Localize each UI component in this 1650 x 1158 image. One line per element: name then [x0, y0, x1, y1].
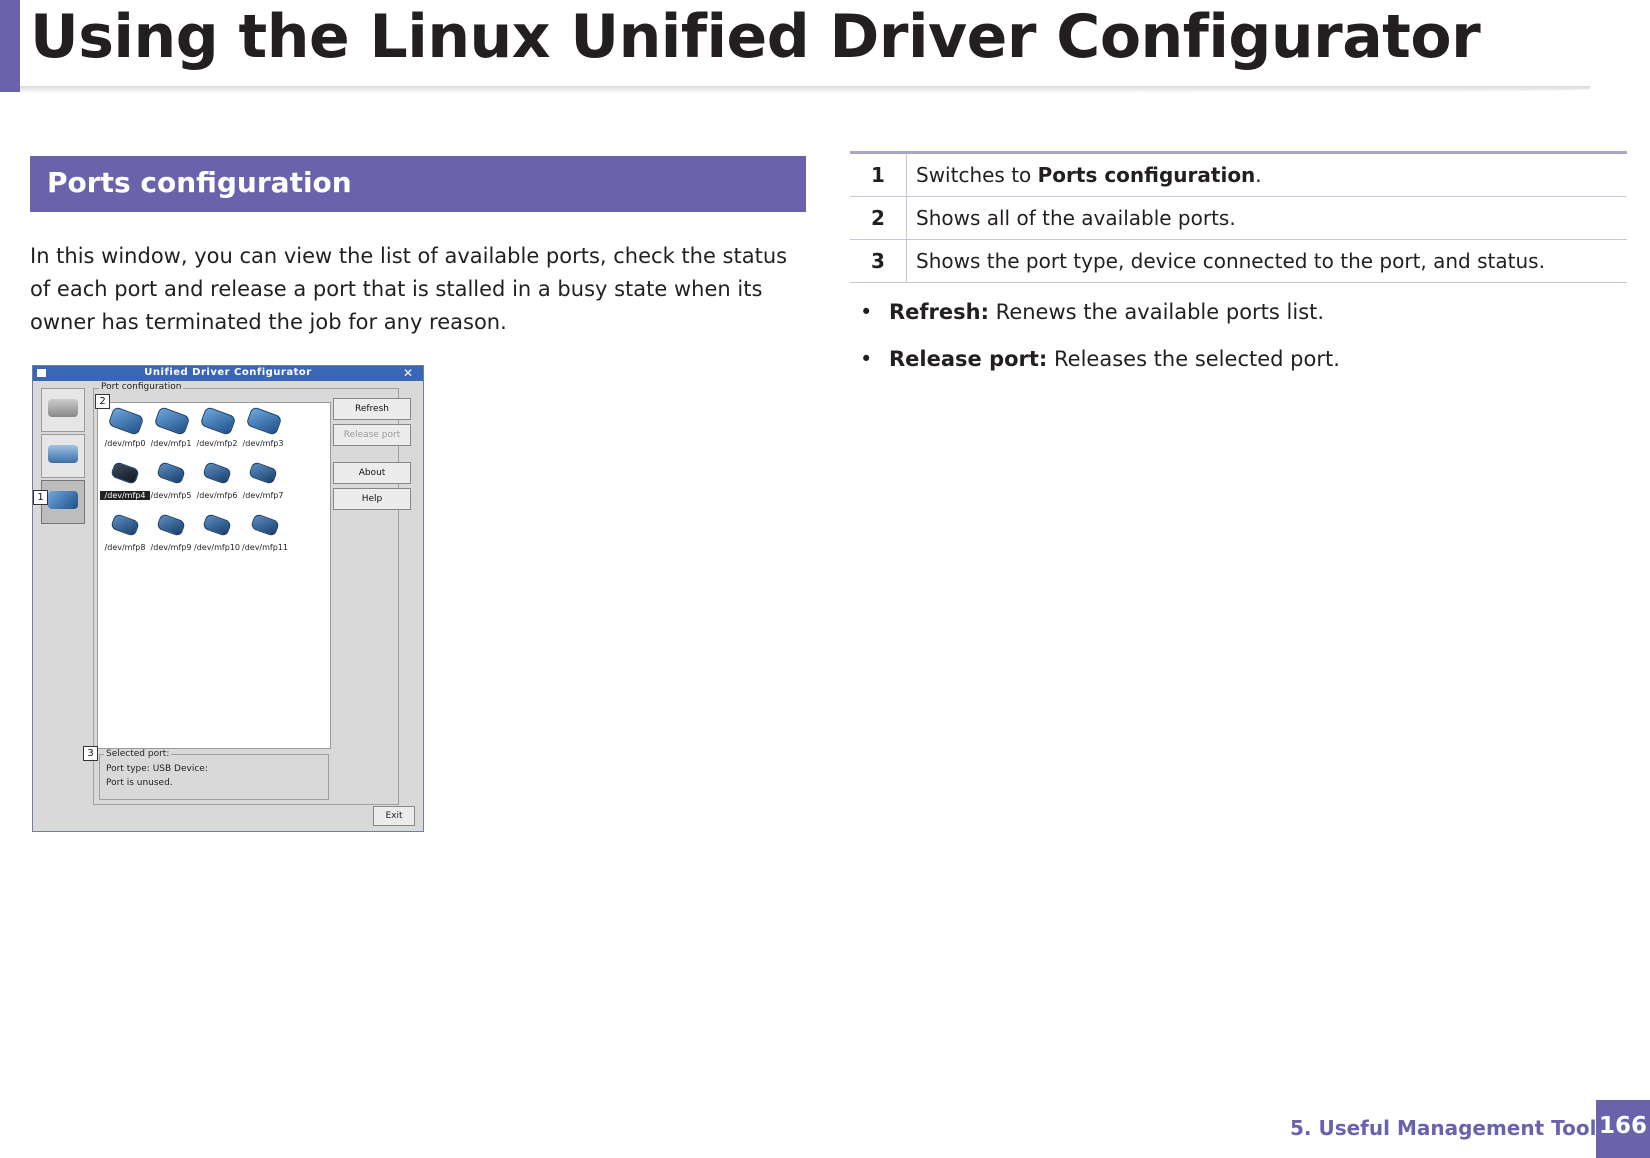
table-row: 2 Shows all of the available ports.	[850, 196, 1627, 240]
port-config-label: Port configuration	[99, 382, 184, 392]
close-icon: ✕	[402, 366, 413, 380]
printers-config-icon	[41, 388, 85, 432]
callout-table: 1 Switches to Ports configuration. 2 Sho…	[850, 151, 1627, 283]
table-row: 3 Shows the port type, device connected …	[850, 239, 1627, 283]
port-type-line: Port type: USB Device:	[106, 764, 208, 774]
header-accent-bar	[0, 0, 20, 92]
footer-chapter: 5. Useful Management Tools	[1290, 1116, 1609, 1140]
port-item: /dev/mfp1	[146, 406, 196, 457]
row-text: Shows all of the available ports.	[906, 196, 1627, 240]
row-number: 1	[850, 152, 907, 197]
bullet-glyph: •	[860, 347, 873, 371]
selected-port-group: Selected port: Port type: USB Device: Po…	[99, 749, 329, 800]
selected-port-label: Selected port:	[104, 749, 172, 759]
bullet-term: Release port:	[889, 347, 1048, 371]
section-heading: Ports configuration	[47, 166, 352, 199]
bullet-term: Refresh:	[889, 300, 989, 324]
port-item: /dev/mfp9	[146, 511, 196, 561]
header-rule	[20, 86, 1590, 94]
page-number: 166	[1596, 1100, 1650, 1158]
port-item: /dev/mfp2	[192, 406, 242, 457]
port-item: /dev/mfp3	[238, 406, 288, 457]
row-text: Shows the port type, device connected to…	[906, 239, 1627, 283]
scanners-config-icon	[41, 434, 85, 478]
window-title: Unified Driver Configurator	[144, 367, 312, 378]
refresh-button: Refresh	[333, 398, 411, 420]
row-text: Switches to Ports configuration.	[906, 152, 1627, 197]
port-item: /dev/mfp7	[238, 459, 288, 509]
port-status-line: Port is unused.	[106, 778, 173, 788]
port-item: /dev/mfp5	[146, 459, 196, 509]
window-titlebar: Unified Driver Configurator ✕	[33, 366, 423, 381]
callout-2: 2	[95, 394, 110, 409]
bullet-text: Renews the available ports list.	[989, 300, 1325, 324]
section-heading-bar: Ports configuration	[30, 156, 806, 212]
page-title: Using the Linux Unified Driver Configura…	[30, 2, 1481, 72]
port-item: /dev/mfp11	[240, 511, 290, 561]
exit-button: Exit	[373, 806, 415, 826]
bullet-text: Releases the selected port.	[1047, 347, 1340, 371]
table-row: 1 Switches to Ports configuration.	[850, 152, 1627, 197]
configurator-screenshot: Unified Driver Configurator ✕ Port confi…	[32, 365, 424, 832]
port-list: /dev/mfp0 /dev/mfp1 /dev/mfp2 /dev/mfp3 …	[97, 402, 331, 749]
callout-1: 1	[33, 490, 48, 505]
row-number: 3	[850, 239, 907, 283]
port-item: /dev/mfp0	[100, 406, 150, 457]
intro-paragraph: In this window, you can view the list of…	[30, 244, 788, 334]
about-button: About	[333, 462, 411, 484]
bullet-glyph: •	[860, 300, 873, 324]
release-port-button: Release port	[333, 424, 411, 446]
callout-3: 3	[83, 746, 98, 761]
port-item: /dev/mfp6	[192, 459, 242, 509]
help-button: Help	[333, 488, 411, 510]
port-item: /dev/mfp8	[100, 511, 150, 561]
row-number: 2	[850, 196, 907, 240]
port-item: /dev/mfp10	[192, 511, 242, 561]
port-item-selected: /dev/mfp4	[100, 459, 150, 509]
